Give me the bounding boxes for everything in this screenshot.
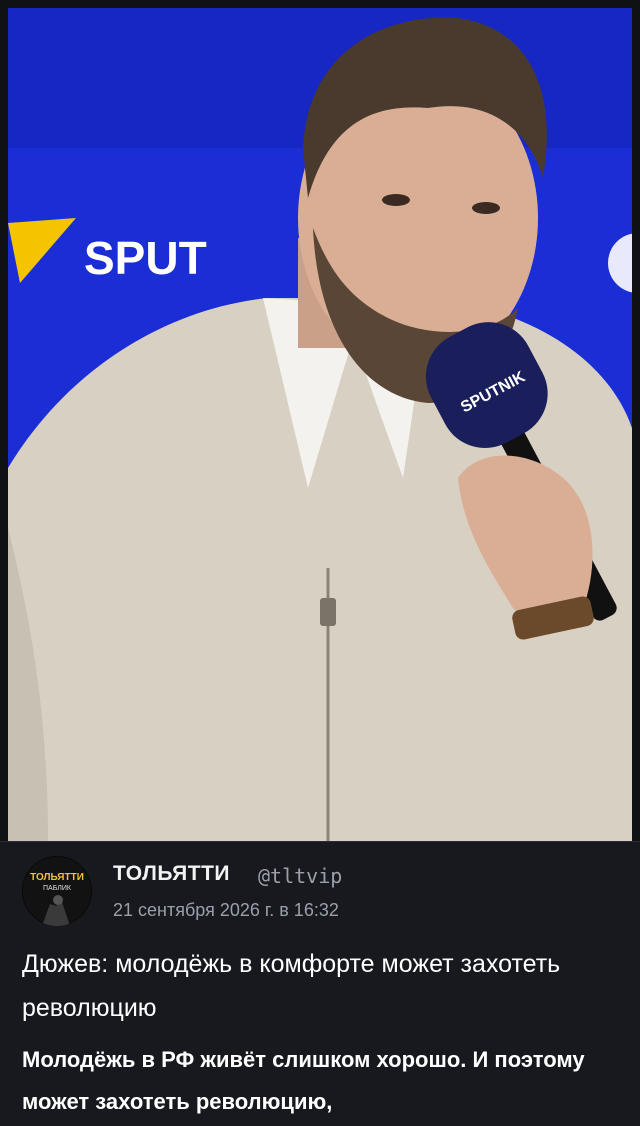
avatar-icon: ТОЛЬЯТТИ ПАБЛИК [22,856,92,926]
channel-handle[interactable]: @tltvip [258,864,342,888]
post-photo[interactable]: SPUT SPUTNIK [8,8,632,841]
photo-illustration: SPUT SPUTNIK [8,8,632,841]
avatar-title: ТОЛЬЯТТИ [30,872,84,883]
avatar-subtitle: ПАБЛИК [43,885,72,892]
banner-text: SPUT [84,232,207,284]
channel-avatar[interactable]: ТОЛЬЯТТИ ПАБЛИК [22,856,92,926]
post-card[interactable]: ТОЛЬЯТТИ ПАБЛИК ТОЛЬЯТТИ @tltvip 21 сент… [0,841,640,1126]
post-date: 21 сентября 2026 г. в 16:32 [113,900,339,920]
post-title: Дюжев: молодёжь в комфорте может захотет… [22,950,561,1022]
post-lead-text: Молодёжь в РФ живёт слишком хорошо. И по… [22,1047,585,1114]
channel-name[interactable]: ТОЛЬЯТТИ [113,862,230,886]
